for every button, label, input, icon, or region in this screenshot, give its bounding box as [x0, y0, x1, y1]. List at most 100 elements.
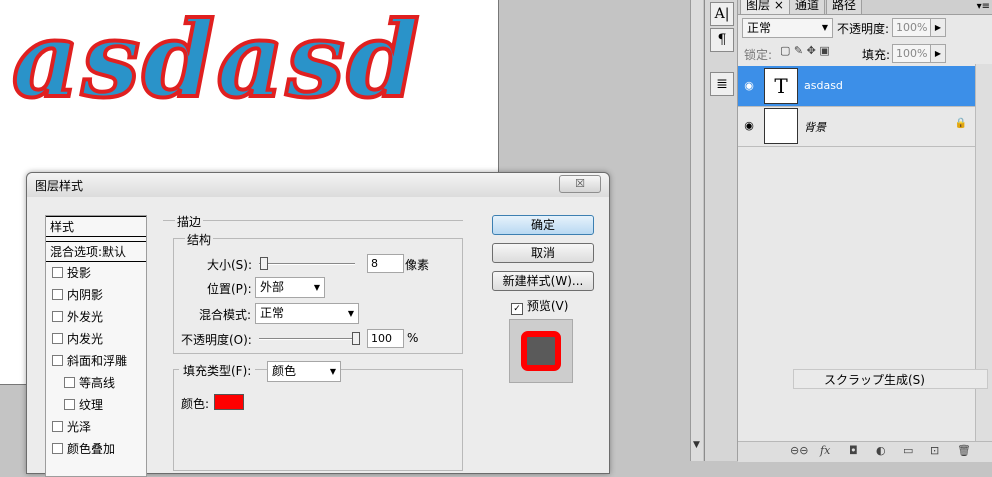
checkbox[interactable]	[52, 421, 63, 432]
style-item-drop-shadow[interactable]: 投影	[46, 263, 146, 284]
canvas-vertical-scrollbar[interactable]	[690, 0, 703, 461]
layer-thumbnail: T	[764, 68, 798, 104]
preview-checkbox-row[interactable]: ✓ 预览(V)	[511, 297, 568, 315]
fill-type-label: 填充类型(F):	[179, 362, 256, 379]
preview-label: 预览(V)	[526, 299, 569, 313]
fill-input[interactable]: 100%	[892, 44, 931, 63]
position-select[interactable]: 外部 ▼	[255, 277, 325, 298]
style-item-color-overlay[interactable]: 颜色叠加	[46, 439, 146, 460]
checkbox[interactable]	[52, 267, 63, 278]
tooltip-text: スクラップ生成(S)	[824, 373, 925, 387]
size-input[interactable]: 8	[367, 254, 404, 273]
checkbox[interactable]	[52, 443, 63, 454]
lock-row: 锁定: ▢ ✎ ✥ ▣ 填充: 100% ▶	[738, 42, 992, 66]
art-text: asdasd	[10, 0, 422, 123]
dialog-titlebar[interactable]: 图层样式 ☒	[27, 173, 609, 197]
fx-icon[interactable]: fx	[820, 444, 830, 457]
style-item-satin[interactable]: 光泽	[46, 417, 146, 438]
blend-mode-label: 混合模式:	[199, 308, 252, 322]
style-item-contour[interactable]: 等高线	[46, 373, 146, 394]
size-label: 大小(S):	[207, 258, 253, 272]
opacity-label: 不透明度:	[837, 22, 890, 36]
checkbox[interactable]	[52, 289, 63, 300]
eye-icon[interactable]: ◉	[742, 79, 756, 92]
checkbox[interactable]	[64, 399, 75, 410]
style-preview	[509, 319, 573, 383]
panel-tool-strip: A| ¶ ≣	[704, 0, 738, 461]
blend-mode-select[interactable]: 正常 ▼	[742, 18, 833, 38]
ok-button[interactable]: 确定	[492, 215, 594, 235]
eye-icon[interactable]: ◉	[742, 119, 756, 132]
tab-close-icon[interactable]: ×	[774, 0, 784, 12]
checkbox[interactable]	[52, 355, 63, 366]
style-item-label: 内阴影	[67, 288, 104, 302]
tab-paths[interactable]: 路径	[826, 0, 863, 14]
fill-label: 填充:	[862, 48, 891, 62]
stroke-color-swatch[interactable]	[214, 394, 244, 410]
tab-channels[interactable]: 通道	[789, 0, 826, 14]
opacity-unit: %	[407, 331, 419, 345]
opacity-slider-track[interactable]	[259, 338, 355, 340]
checkbox[interactable]	[64, 377, 75, 388]
context-tooltip[interactable]: スクラップ生成(S)	[793, 369, 988, 389]
style-item-bevel-emboss[interactable]: 斜面和浮雕	[46, 351, 146, 372]
panel-footer: ⊖⊖ fx ◘ ◐ ▭ ⊡ 🗑	[738, 441, 992, 462]
layer-row-text[interactable]: ◉ T asdasd	[738, 66, 975, 107]
size-slider-thumb[interactable]	[259, 257, 268, 270]
style-item-label: 外发光	[67, 310, 104, 324]
blend-mode-select[interactable]: 正常 ▼	[255, 303, 359, 324]
checkbox[interactable]	[52, 333, 63, 344]
character-icon[interactable]: A|	[710, 2, 734, 26]
styles-list: 样式 混合选项:默认 投影 内阴影 外发光 内发光 斜面和浮雕 等高线 纹理 光…	[45, 215, 147, 477]
blend-row: 正常 ▼ 不透明度: 100% ▶	[738, 16, 992, 40]
fill-type-select[interactable]: 颜色 ▼	[267, 361, 341, 382]
layer-name[interactable]: 背景	[804, 119, 826, 135]
group-icon[interactable]: ▭	[903, 444, 913, 457]
layer-thumbnail	[764, 108, 798, 144]
new-layer-icon[interactable]: ⊡	[930, 444, 939, 457]
opacity-input[interactable]: 100%	[892, 18, 931, 37]
preview-checkbox[interactable]: ✓	[511, 303, 523, 315]
opacity-arrow-icon[interactable]: ▶	[930, 18, 946, 37]
layer-row-background[interactable]: ◉ 背景 🔒	[738, 106, 975, 147]
size-slider-track[interactable]	[259, 263, 355, 265]
style-item-label: 纹理	[79, 398, 104, 412]
layer-style-dialog: 图层样式 ☒ 样式 混合选项:默认 投影 内阴影 外发光 内发光 斜面和浮雕 等…	[26, 172, 610, 477]
dialog-title: 图层样式	[35, 179, 84, 193]
tab-layers-label: 图层	[746, 0, 771, 12]
style-item-label: 光泽	[67, 420, 92, 434]
scroll-down-icon[interactable]: ▼	[693, 440, 700, 450]
mask-icon[interactable]: ◘	[849, 444, 858, 457]
panel-menu-icon[interactable]: ▾≡	[977, 1, 990, 12]
style-item-inner-glow[interactable]: 内发光	[46, 329, 146, 350]
style-item-inner-shadow[interactable]: 内阴影	[46, 285, 146, 306]
chevron-down-icon: ▼	[347, 309, 354, 318]
fill-type-group	[173, 369, 463, 471]
trash-icon[interactable]: 🗑	[957, 444, 971, 457]
blend-mode-value: 正常	[747, 21, 772, 35]
size-unit: 像素	[405, 258, 430, 272]
layer-name[interactable]: asdasd	[804, 79, 843, 92]
style-item-texture[interactable]: 纹理	[46, 395, 146, 416]
tab-layers[interactable]: 图层 ×	[740, 0, 790, 14]
section-title: 描边	[175, 213, 204, 230]
structure-title: 结构	[185, 231, 214, 248]
paragraph-icon[interactable]: ¶	[710, 28, 734, 52]
position-value: 外部	[260, 280, 285, 294]
notes-icon[interactable]: ≣	[710, 72, 734, 96]
style-item-label: 投影	[67, 266, 92, 280]
lock-icons[interactable]: ▢ ✎ ✥ ▣	[780, 44, 830, 57]
close-icon[interactable]: ☒	[559, 175, 601, 193]
adjustment-icon[interactable]: ◐	[876, 444, 886, 457]
styles-header[interactable]: 样式	[46, 216, 146, 237]
checkbox[interactable]	[52, 311, 63, 322]
blend-options-item[interactable]: 混合选项:默认	[46, 241, 146, 262]
new-style-button[interactable]: 新建样式(W)...	[492, 271, 594, 291]
opacity-slider-thumb[interactable]	[352, 332, 360, 345]
style-item-outer-glow[interactable]: 外发光	[46, 307, 146, 328]
opacity-input[interactable]: 100	[367, 329, 404, 348]
blend-mode-value: 正常	[260, 306, 285, 320]
link-icon[interactable]: ⊖⊖	[790, 444, 808, 457]
cancel-button[interactable]: 取消	[492, 243, 594, 263]
fill-arrow-icon[interactable]: ▶	[930, 44, 946, 63]
